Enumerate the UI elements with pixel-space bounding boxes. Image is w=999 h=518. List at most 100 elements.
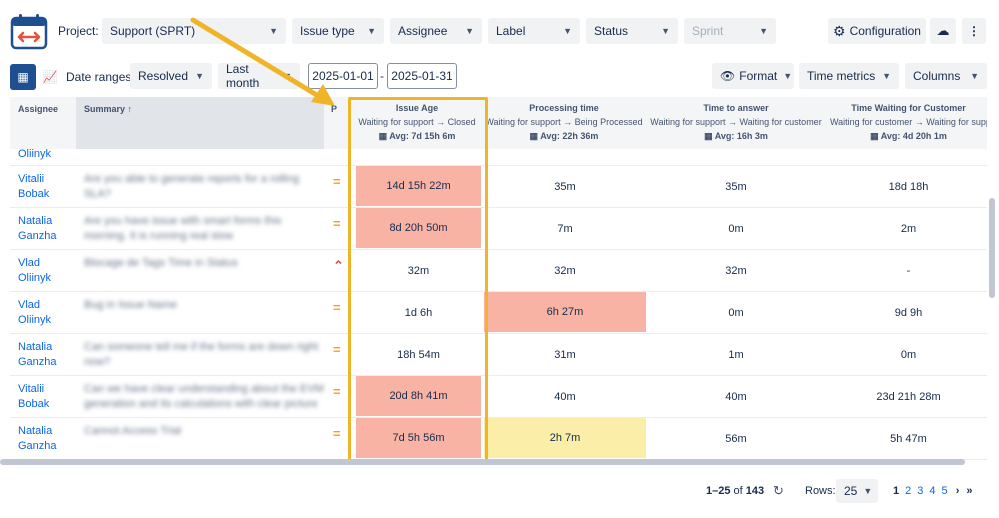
time-to-answer-cell: 1m [728, 349, 744, 361]
chevron-down-icon: ▼ [783, 71, 793, 81]
assignee-link[interactable]: Vlad Oliinyk [18, 256, 51, 286]
chevron-down-icon: ▼ [563, 26, 572, 36]
priority-medium-icon: = [333, 426, 341, 441]
page-links: 12345 › » [890, 485, 973, 497]
priority-high-icon: ⌃ [333, 258, 344, 273]
time-to-answer-cell: 35m [725, 181, 747, 193]
summary-header[interactable]: Summary ↑ [84, 104, 132, 114]
format-button[interactable]: 👁 Format ▼ [712, 63, 794, 89]
total-count: 143 [745, 485, 765, 497]
summary-text[interactable]: Are you able to generate reports for a r… [84, 172, 324, 202]
time-to-answer-header[interactable]: Time to answer Waiting for support → Wai… [650, 101, 822, 143]
time-waiting-customer-cell: 0m [900, 349, 917, 361]
summary-line-2: generation and its calculations with cle… [84, 398, 318, 410]
processing-time-cell: 32m [554, 265, 576, 277]
chart-view-button[interactable]: 📈 [38, 64, 62, 90]
eye-icon: 👁 [720, 69, 736, 83]
summary-line-1: Bug in Issue Name [84, 299, 177, 311]
assignee-first-name: Vitalii [18, 173, 45, 185]
summary-text[interactable]: Can someone tell me if the forms are dow… [84, 340, 324, 370]
highlight-arrow-icon [190, 17, 335, 106]
header-sub: Waiting for customer → Waiting for supp [830, 117, 987, 127]
processing-time-cell: 35m [554, 181, 576, 193]
grid-view-button[interactable]: ▦ [10, 64, 36, 90]
assignee-link[interactable]: Oliinyk [18, 147, 51, 162]
time-metrics-button[interactable]: Time metrics ▼ [799, 63, 899, 89]
summary-text[interactable]: Can we have clear understanding about th… [84, 382, 324, 412]
date-to-input[interactable]: 2025-01-31 [387, 63, 457, 89]
priority-medium-icon: = [333, 342, 341, 357]
assignee-last-name: Bobak [18, 398, 50, 410]
refresh-icon[interactable]: ↻ [773, 483, 784, 499]
rows-per-page-select[interactable]: 25 ▼ [836, 479, 878, 503]
time-waiting-customer-cell: 2m [900, 223, 917, 235]
project-label: Project: [58, 24, 99, 38]
summary-text[interactable]: Cannot Access Trial [84, 424, 324, 439]
header-avg: Avg: 22h 36m [540, 131, 599, 141]
chevron-down-icon: ▼ [759, 26, 768, 36]
next-page-icon[interactable]: › [956, 485, 960, 497]
page-range: 1–25 of 143 [706, 485, 764, 497]
sprint-filter[interactable]: Sprint ▼ [684, 18, 776, 44]
summary-line-1: Cannot Access Trial [84, 425, 182, 437]
assignee-link[interactable]: Natalia Ganzha [18, 424, 57, 454]
filter-label: Assignee [398, 24, 448, 38]
resolved-value: Resolved [138, 69, 189, 83]
gift-icon: ▦ [529, 131, 539, 141]
assignee-last-name: Ganzha [18, 230, 57, 242]
summary-line-1: Can we have clear understanding about th… [84, 383, 324, 395]
line-chart-icon: 📈 [42, 70, 58, 84]
assignee-last-name: Oliinyk [18, 314, 52, 326]
time-to-answer-cell: 0m [728, 307, 744, 319]
cloud-upload-button[interactable]: ☁ [930, 18, 956, 44]
processing-time-header[interactable]: Processing time Waiting for support → Be… [484, 101, 644, 143]
assignee-first-name: Vitalii [18, 383, 45, 395]
summary-text[interactable]: Blocage de Tags Time in Status [84, 256, 324, 271]
highlight-box [348, 97, 488, 464]
vertical-scrollbar[interactable] [989, 198, 995, 298]
columns-button[interactable]: Columns ▼ [905, 63, 987, 89]
summary-text[interactable]: Are you have issue with smart forms this… [84, 214, 324, 244]
processing-time-cell: 31m [554, 349, 576, 361]
page-link[interactable]: 3 [917, 485, 923, 497]
more-options-button[interactable]: ⋮ [962, 18, 986, 44]
configuration-label: Configuration [849, 24, 921, 38]
assignee-link[interactable]: Vitalii Bobak [18, 172, 49, 202]
page-link[interactable]: 1 [893, 485, 899, 497]
page-link[interactable]: 4 [929, 485, 935, 497]
summary-text[interactable]: Bug in Issue Name [84, 298, 324, 313]
date-separator: - [380, 69, 384, 83]
assignee-link[interactable]: Vlad Oliinyk [18, 298, 51, 328]
summary-line-2: morning. It is running real slow [84, 230, 234, 242]
filter-label: Sprint [692, 24, 724, 38]
last-page-icon[interactable]: » [966, 485, 972, 497]
configuration-button[interactable]: ⚙ Configuration [828, 18, 926, 44]
label-filter[interactable]: Label ▼ [488, 18, 580, 44]
summary-line-1: Can someone tell me if the forms are dow… [84, 341, 319, 353]
page-link[interactable]: 2 [905, 485, 911, 497]
status-filter[interactable]: Status ▼ [586, 18, 678, 44]
summary-line-1: Blocage de Tags Time in Status [84, 257, 238, 269]
summary-line-1: Are you have issue with smart forms this [84, 215, 282, 227]
header-title: Time to answer [703, 103, 769, 113]
page-link[interactable]: 5 [942, 485, 948, 497]
priority-medium-icon: = [333, 216, 341, 231]
assignee-link[interactable]: Natalia Ganzha [18, 214, 57, 244]
time-waiting-customer-header[interactable]: Time Waiting for Customer Waiting for cu… [830, 101, 987, 143]
priority-medium-icon: = [333, 384, 341, 399]
time-to-answer-cell: 56m [725, 433, 747, 445]
of-label: of [733, 485, 743, 497]
filter-label: Status [594, 24, 629, 38]
more-vertical-icon: ⋮ [968, 24, 980, 38]
time-waiting-customer-cell: - [906, 265, 911, 277]
assignee-link[interactable]: Natalia Ganzha [18, 340, 57, 370]
assignee-header[interactable]: Assignee [18, 104, 58, 114]
processing-time-cell: 7m [557, 223, 573, 235]
assignee-link[interactable]: Vitalii Bobak [18, 382, 49, 412]
gift-icon: ▦ [704, 131, 713, 141]
horizontal-scrollbar[interactable] [0, 459, 965, 465]
time-waiting-customer-cell: 9d 9h [894, 307, 923, 319]
rows-value: 25 [844, 484, 858, 498]
assignee-filter[interactable]: Assignee ▼ [390, 18, 482, 44]
gift-icon: ▦ [870, 131, 879, 141]
